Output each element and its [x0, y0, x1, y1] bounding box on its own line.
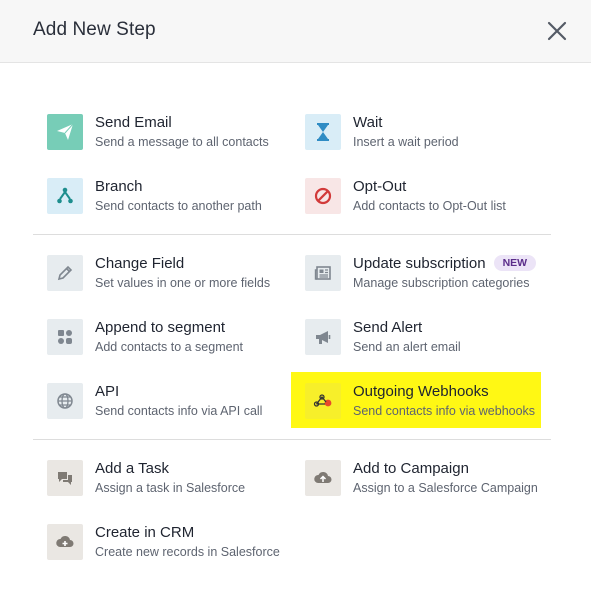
step-send-alert[interactable]: Send Alert Send an alert email: [291, 315, 541, 355]
add-new-step-dialog: Add New Step Send Email Send a message t…: [0, 0, 591, 590]
cloud-upload-icon: [305, 460, 341, 496]
close-icon[interactable]: [545, 19, 569, 43]
step-description: Send contacts to another path: [95, 199, 262, 213]
step-opt-out[interactable]: Opt-Out Add contacts to Opt-Out list: [291, 174, 541, 214]
step-name: Outgoing Webhooks: [353, 383, 489, 400]
step-change-field[interactable]: Change Field Set values in one or more f…: [33, 251, 283, 291]
step-add-to-campaign[interactable]: Add to Campaign Assign to a Salesforce C…: [291, 456, 541, 496]
section-divider: [33, 439, 551, 440]
segment-shapes-icon: [47, 319, 83, 355]
step-name: Change Field: [95, 255, 185, 272]
step-wait[interactable]: Wait Insert a wait period: [291, 110, 541, 150]
dialog-header: Add New Step: [0, 0, 591, 63]
dialog-title: Add New Step: [33, 19, 156, 40]
section-divider: [33, 234, 551, 235]
step-description: Send an alert email: [353, 340, 461, 354]
globe-icon: [47, 383, 83, 419]
megaphone-icon: [305, 319, 341, 355]
branch-icon: [47, 178, 83, 214]
step-branch[interactable]: Branch Send contacts to another path: [33, 174, 283, 214]
step-name: Add a Task: [95, 460, 169, 477]
step-name: Send Alert: [353, 319, 423, 336]
step-description: Assign to a Salesforce Campaign: [353, 481, 538, 495]
step-create-in-crm[interactable]: Create in CRM Create new records in Sale…: [33, 520, 283, 560]
step-description: Add contacts to Opt-Out list: [353, 199, 506, 213]
step-description: Manage subscription categories: [353, 276, 530, 290]
step-update-subscription[interactable]: Update subscription NEW Manage subscripti…: [291, 251, 541, 291]
step-name: Update subscription NEW: [353, 255, 537, 272]
newspaper-icon: [305, 255, 341, 291]
step-name: API: [95, 383, 120, 400]
step-name: Send Email: [95, 114, 172, 131]
step-name: Append to segment: [95, 319, 226, 336]
step-outgoing-webhooks[interactable]: Outgoing Webhooks Send contacts info via…: [291, 372, 541, 428]
step-description: Send contacts info via API call: [95, 404, 263, 418]
step-append-to-segment[interactable]: Append to segment Add contacts to a segm…: [33, 315, 283, 355]
new-badge: NEW: [493, 255, 537, 271]
step-name: Wait: [353, 114, 383, 131]
step-description: Send a message to all contacts: [95, 135, 269, 149]
step-name: Add to Campaign: [353, 460, 469, 477]
step-description: Set values in one or more fields: [95, 276, 271, 290]
step-name: Branch: [95, 178, 143, 195]
step-description: Create new records in Salesforce: [95, 545, 280, 559]
chat-bubbles-icon: [47, 460, 83, 496]
hourglass-icon: [305, 114, 341, 150]
step-name-text: Update subscription: [353, 255, 486, 272]
paper-plane-icon: [47, 114, 83, 150]
step-send-email[interactable]: Send Email Send a message to all contact…: [33, 110, 283, 150]
step-description: Add contacts to a segment: [95, 340, 244, 354]
step-api[interactable]: API Send contacts info via API call: [33, 379, 283, 419]
step-description: Insert a wait period: [353, 135, 459, 149]
cloud-plus-icon: [47, 524, 83, 560]
step-name: Opt-Out: [353, 178, 407, 195]
pencil-icon: [47, 255, 83, 291]
step-description: Assign a task in Salesforce: [95, 481, 246, 495]
prohibited-icon: [305, 178, 341, 214]
step-name: Create in CRM: [95, 524, 195, 541]
step-description: Send contacts info via webhooks: [353, 404, 536, 418]
webhook-icon: [305, 383, 341, 419]
step-add-a-task[interactable]: Add a Task Assign a task in Salesforce: [33, 456, 283, 496]
